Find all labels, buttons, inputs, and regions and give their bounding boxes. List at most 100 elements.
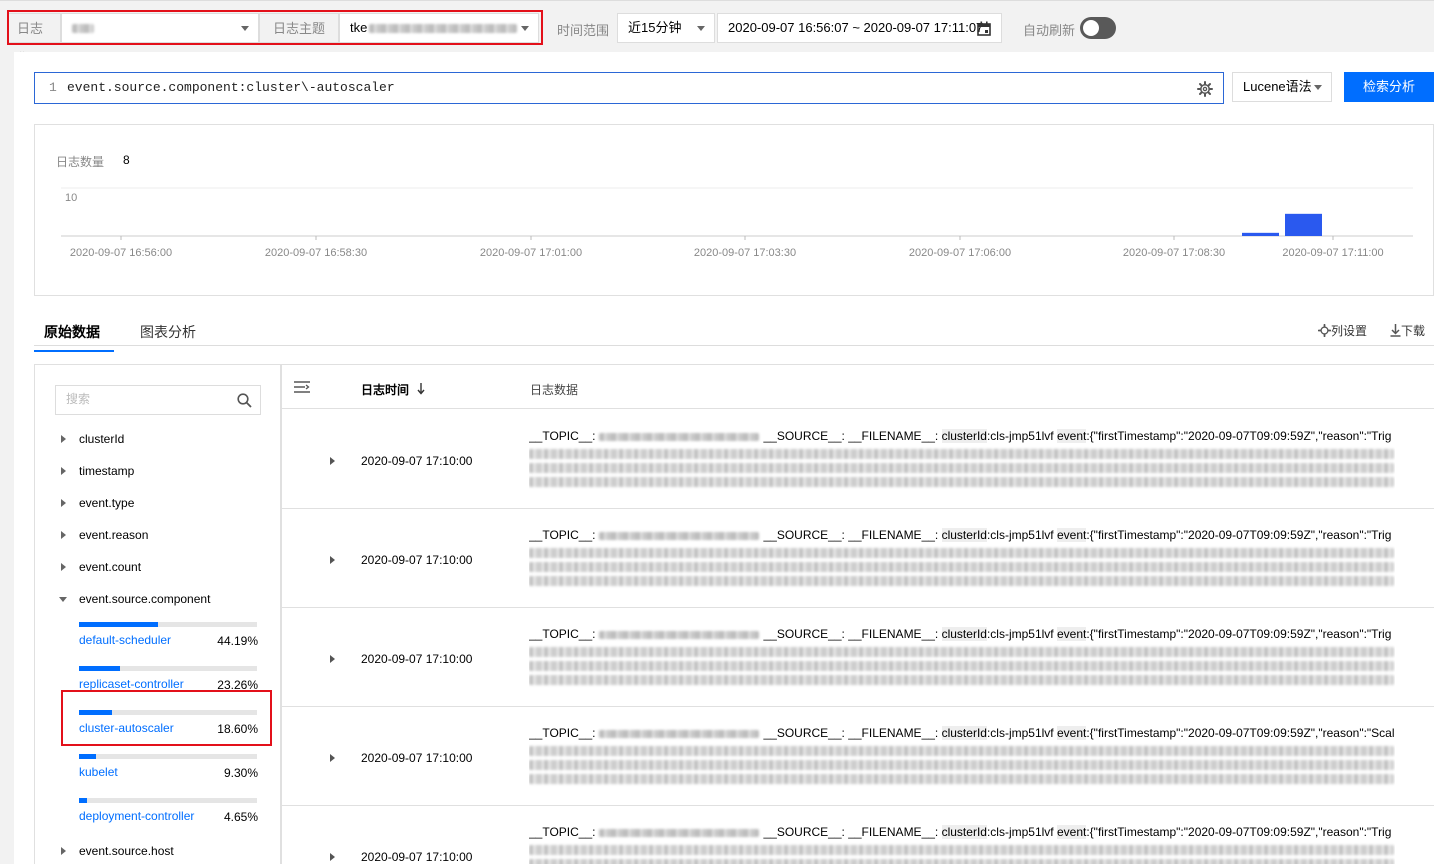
timerange-value: 近15分钟 — [628, 20, 682, 35]
expand-icon[interactable] — [61, 499, 66, 507]
value-name[interactable]: cluster-autoscaler — [79, 721, 174, 735]
table-row[interactable]: 2020-09-07 17:10:00 __TOPIC__: __SOURCE__:… — [282, 707, 1434, 806]
tab-raw-data[interactable]: 原始数据 — [34, 322, 114, 352]
event-key: event — [1056, 825, 1087, 839]
redacted-text — [599, 828, 760, 837]
syntax-select[interactable]: Lucene语法 — [1232, 72, 1332, 102]
column-header-data: 日志数据 — [530, 383, 579, 397]
gear-icon[interactable] — [1197, 81, 1213, 97]
value-name[interactable]: kubelet — [79, 765, 118, 779]
expand-row-icon[interactable] — [330, 853, 335, 861]
table-header: 日志时间 日志数据 — [282, 365, 1434, 409]
column-menu-icon[interactable] — [294, 381, 310, 393]
expand-icon[interactable] — [61, 435, 66, 443]
sort-arrow-down-icon[interactable] — [417, 383, 425, 395]
field-event-source-component[interactable]: event.source.component — [79, 592, 210, 606]
table-row[interactable]: 2020-09-07 17:10:00 __TOPIC__: __SOURCE__:… — [282, 410, 1434, 509]
value-row-deployment-controller[interactable]: deployment-controller 4.65% — [79, 798, 258, 828]
top-toolbar: 日志集 日志主题 tke 时间范围 近15分钟 2020-09-07 16:56… — [0, 0, 1434, 66]
calendar-icon — [977, 21, 991, 36]
field-event-type[interactable]: event.type — [79, 496, 134, 510]
timerange-select[interactable]: 近15分钟 — [617, 13, 715, 43]
field-event-count[interactable]: event.count — [79, 560, 141, 574]
field-event-reason[interactable]: event.reason — [79, 528, 148, 542]
value-row-default-scheduler[interactable]: default-scheduler 44.19% — [79, 622, 258, 652]
filename-key: __FILENAME__: — [848, 825, 939, 839]
autorefresh-toggle[interactable] — [1080, 17, 1116, 39]
event-value: :{"firstTimestamp":"2020-09-07T09:09:59Z… — [1086, 825, 1392, 839]
x-tick-label: 2020-09-07 17:08:30 — [1123, 247, 1225, 259]
log-count-chart: 日志数量 8 10 2020-09-07 16:56:00 2020-09-07 … — [34, 124, 1434, 296]
redacted-line — [529, 449, 1394, 459]
log-data: __TOPIC__: __SOURCE__: __FILENAME__: clus… — [529, 823, 1395, 864]
histogram-bar[interactable] — [1242, 232, 1279, 236]
redacted-line — [529, 760, 1394, 770]
expand-row-icon[interactable] — [330, 655, 335, 663]
y-tick-label: 10 — [65, 192, 77, 204]
value-bar-track — [79, 754, 257, 759]
date-range-picker[interactable]: 2020-09-07 16:56:07 ~ 2020-09-07 17:11:0… — [717, 13, 1002, 43]
cluster-key: clusterId — [941, 429, 987, 443]
toggle-knob — [1083, 20, 1099, 36]
expand-row-icon[interactable] — [330, 457, 335, 465]
logset-select[interactable] — [61, 13, 259, 43]
field-search[interactable] — [55, 385, 261, 415]
field-event-source-host[interactable]: event.source.host — [79, 844, 174, 858]
column-header-time[interactable]: 日志时间 — [361, 381, 409, 398]
redacted-text — [599, 432, 760, 441]
x-tick-label: 2020-09-07 16:58:30 — [265, 247, 367, 259]
field-search-input[interactable] — [66, 392, 226, 406]
query-editor[interactable]: 1 event.source.component:cluster\-autosc… — [34, 72, 1224, 104]
chevron-down-icon — [1314, 85, 1322, 90]
value-bar-fill — [79, 798, 88, 803]
value-name[interactable]: deployment-controller — [79, 809, 194, 823]
value-percent: 18.60% — [217, 722, 258, 736]
search-icon[interactable] — [237, 393, 252, 408]
value-row-kubelet[interactable]: kubelet 9.30% — [79, 754, 258, 784]
cluster-key: clusterId — [941, 825, 987, 839]
query-text[interactable]: event.source.component:cluster\-autoscal… — [67, 80, 395, 95]
x-tick-label: 2020-09-07 17:11:00 — [1282, 247, 1383, 259]
search-analyze-button[interactable]: 检索分析 — [1344, 72, 1434, 102]
log-time: 2020-09-07 17:10:00 — [361, 652, 473, 666]
cluster-key: clusterId — [941, 627, 987, 641]
value-row-replicaset-controller[interactable]: replicaset-controller 23.26% — [79, 666, 258, 696]
value-row-cluster-autoscaler[interactable]: cluster-autoscaler 18.60% — [79, 710, 258, 740]
expand-icon[interactable] — [61, 531, 66, 539]
filename-key: __FILENAME__: — [848, 627, 939, 641]
redacted-line — [529, 675, 1394, 685]
log-table: 日志时间 日志数据 2020-09-07 17:10:00 __TOPIC__: _… — [281, 364, 1434, 864]
table-row[interactable]: 2020-09-07 17:10:00 __TOPIC__: __SOURCE__:… — [282, 608, 1434, 707]
download-label: 下载 — [1401, 324, 1426, 338]
expand-icon[interactable] — [61, 563, 66, 571]
topic-value-redacted — [369, 24, 518, 34]
topic-label: 日志主题 — [259, 13, 339, 43]
download-button[interactable]: 下载 — [1390, 322, 1425, 339]
redacted-line — [529, 576, 1394, 586]
table-row[interactable]: 2020-09-07 17:10:00 __TOPIC__: __SOURCE__:… — [282, 509, 1434, 608]
source-key: __SOURCE__: — [763, 726, 845, 740]
line-number: 1 — [49, 80, 57, 95]
expand-icon[interactable] — [61, 467, 66, 475]
value-name[interactable]: default-scheduler — [79, 633, 171, 647]
column-settings-button[interactable]: 列设置 — [1317, 322, 1367, 339]
value-name[interactable]: replicaset-controller — [79, 677, 184, 691]
redacted-line — [529, 477, 1394, 487]
histogram-bar[interactable] — [1285, 213, 1322, 236]
expand-row-icon[interactable] — [330, 754, 335, 762]
field-clusterid[interactable]: clusterId — [79, 432, 124, 446]
table-row[interactable]: 2020-09-07 17:10:00 __TOPIC__: __SOURCE__:… — [282, 806, 1434, 864]
x-tick-label: 2020-09-07 17:03:30 — [694, 247, 796, 259]
topic-select[interactable]: tke — [339, 13, 539, 43]
filename-key: __FILENAME__: — [848, 726, 939, 740]
tab-chart-analysis[interactable]: 图表分析 — [140, 322, 196, 342]
result-tabs: 原始数据 图表分析 列设置 下载 — [34, 314, 1434, 352]
expand-icon[interactable] — [61, 847, 66, 855]
expand-row-icon[interactable] — [330, 556, 335, 564]
redacted-line — [529, 647, 1394, 657]
collapse-icon[interactable] — [59, 597, 67, 602]
field-timestamp[interactable]: timestamp — [79, 464, 134, 478]
cluster-value: :cls-jmp51lvf — [986, 429, 1054, 443]
logset-label: 日志集 — [8, 13, 61, 66]
source-key: __SOURCE__: — [763, 627, 845, 641]
